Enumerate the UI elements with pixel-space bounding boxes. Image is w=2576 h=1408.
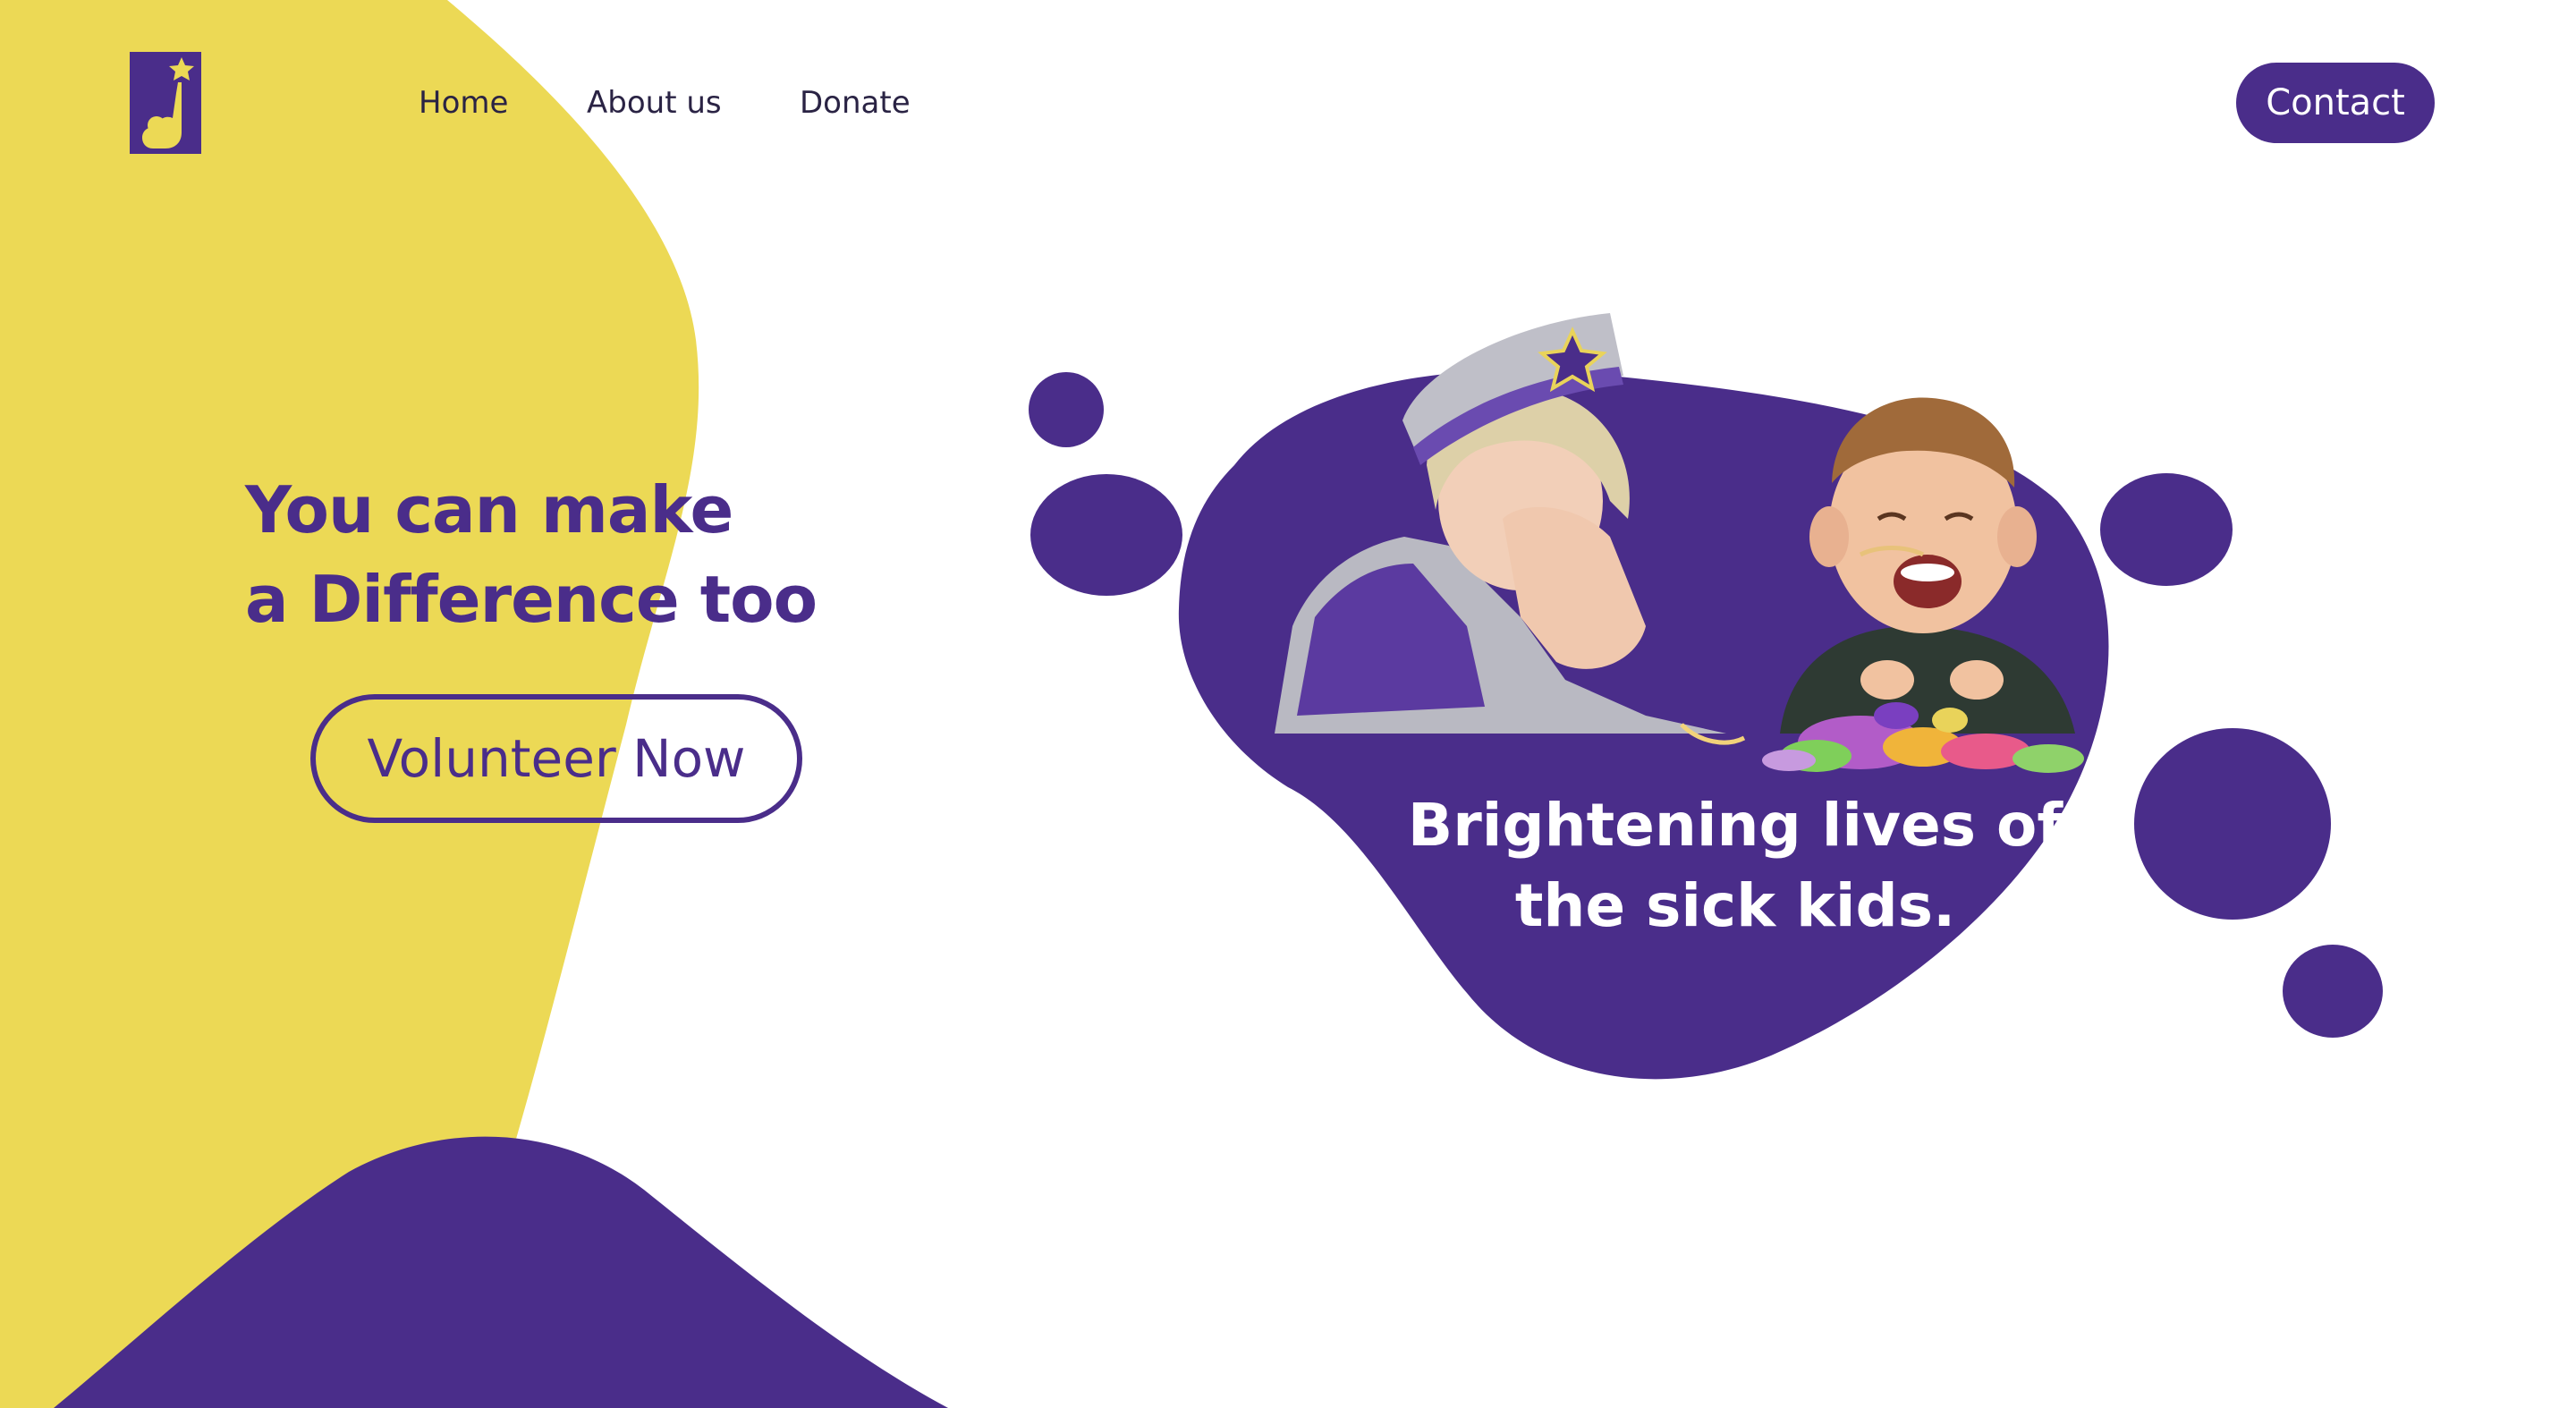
hero-headline-line2: a Difference too xyxy=(245,562,818,637)
bubble xyxy=(2283,945,2383,1038)
hero-caption-line1: Brightening lives of xyxy=(1407,791,2063,860)
nav-donate-link[interactable]: Donate xyxy=(800,85,911,121)
logo-icon[interactable] xyxy=(130,52,201,154)
bubble xyxy=(2134,728,2331,920)
hero-caption: Brightening lives of the sick kids. xyxy=(1342,785,2129,946)
bubble xyxy=(1029,372,1104,447)
contact-button[interactable]: Contact xyxy=(2236,63,2435,143)
hero-headline-line1: You can make xyxy=(245,472,733,547)
volunteer-now-button[interactable]: Volunteer Now xyxy=(310,694,802,823)
landing-page: Home About us Donate Contact You can mak… xyxy=(0,0,2576,1408)
nav-home-link[interactable]: Home xyxy=(419,85,508,121)
hero-caption-line2: the sick kids. xyxy=(1514,871,1956,940)
nav-about-link[interactable]: About us xyxy=(587,85,722,121)
hero-headline: You can make a Difference too xyxy=(245,465,818,644)
bubble xyxy=(2100,473,2233,586)
bubble xyxy=(1030,474,1182,596)
